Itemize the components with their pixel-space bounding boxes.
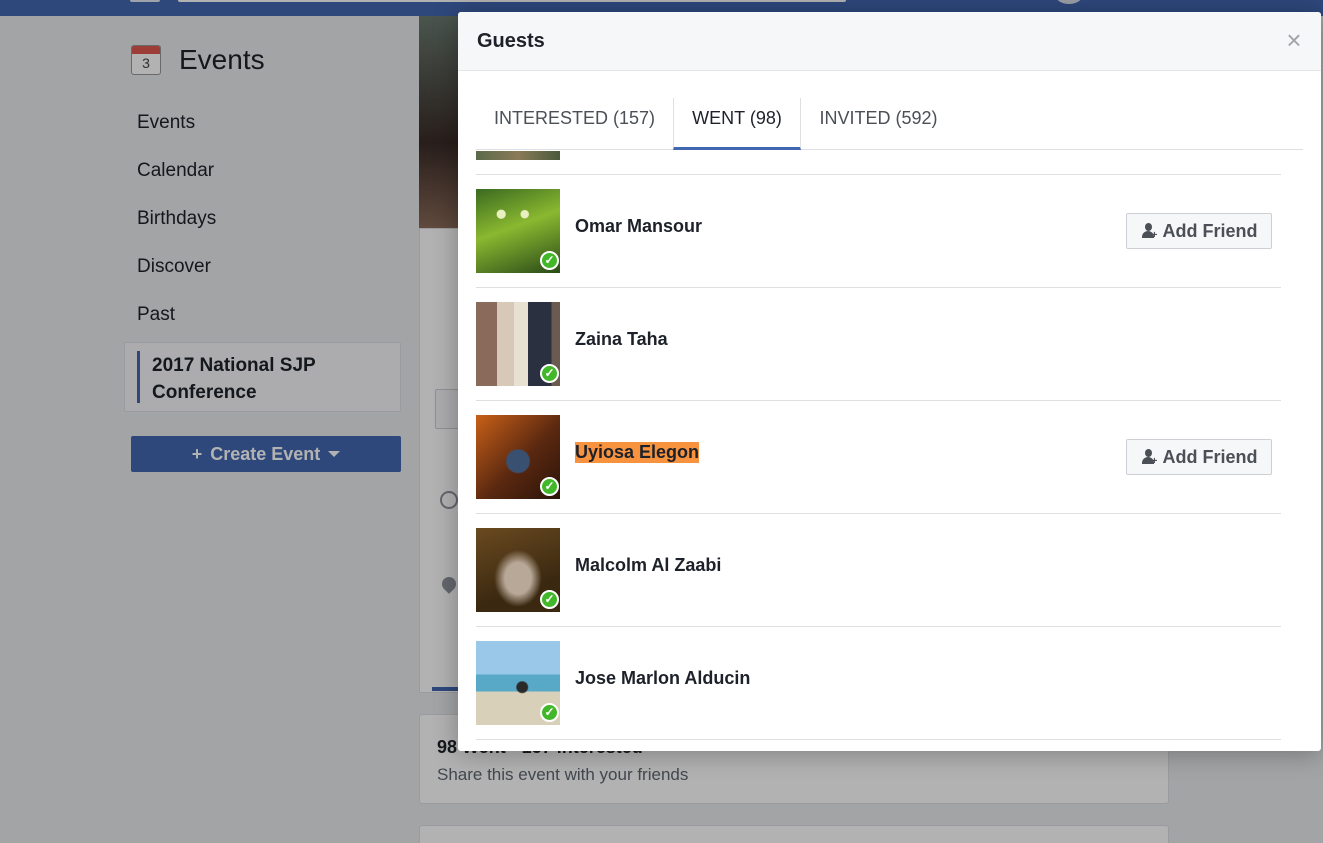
dialog-header: Guests ×: [458, 12, 1321, 71]
add-friend-button[interactable]: + Add Friend: [1126, 213, 1272, 249]
guest-name[interactable]: Malcolm Al Zaabi: [575, 555, 721, 576]
went-check-icon: ✓: [540, 251, 559, 270]
add-friend-label: Add Friend: [1162, 220, 1258, 241]
close-icon[interactable]: ×: [1284, 27, 1304, 53]
tab-invited[interactable]: INVITED (592): [801, 98, 956, 150]
add-friend-label: Add Friend: [1162, 446, 1258, 467]
went-check-icon: ✓: [540, 703, 559, 722]
tab-interested[interactable]: INTERESTED (157): [476, 98, 673, 150]
guest-tabs: INTERESTED (157) WENT (98) INVITED (592): [476, 98, 1303, 150]
list-item: ✓ Jose Marlon Alducin: [476, 626, 1281, 739]
went-check-icon: ✓: [540, 364, 559, 383]
guest-name[interactable]: Jose Marlon Alducin: [575, 668, 750, 689]
guest-name[interactable]: Uyiosa Elegon: [575, 442, 700, 463]
guests-dialog: Guests × INTERESTED (157) WENT (98) INVI…: [458, 12, 1321, 751]
guest-photo[interactable]: [476, 151, 560, 160]
dialog-title: Guests: [477, 30, 545, 52]
add-friend-button[interactable]: + Add Friend: [1126, 439, 1272, 475]
went-check-icon: ✓: [540, 477, 559, 496]
guest-name[interactable]: Omar Mansour: [575, 216, 702, 237]
list-item: ✓ Omar Mansour + Add Friend: [476, 174, 1281, 287]
tab-went[interactable]: WENT (98): [673, 98, 801, 150]
went-check-icon: ✓: [540, 590, 559, 609]
list-item: ✓ Uyiosa Elegon + Add Friend: [476, 400, 1281, 513]
add-person-icon: +: [1141, 223, 1157, 241]
list-item: ✓ Malcolm Al Zaabi: [476, 513, 1281, 626]
list-item: ✓ Zaina Taha: [476, 287, 1281, 400]
guest-list[interactable]: ✓ Omar Mansour + Add Friend ✓ Zaina Taha…: [476, 151, 1281, 751]
add-person-icon: +: [1141, 449, 1157, 467]
list-divider: [476, 739, 1281, 749]
guest-name[interactable]: Zaina Taha: [575, 329, 668, 350]
